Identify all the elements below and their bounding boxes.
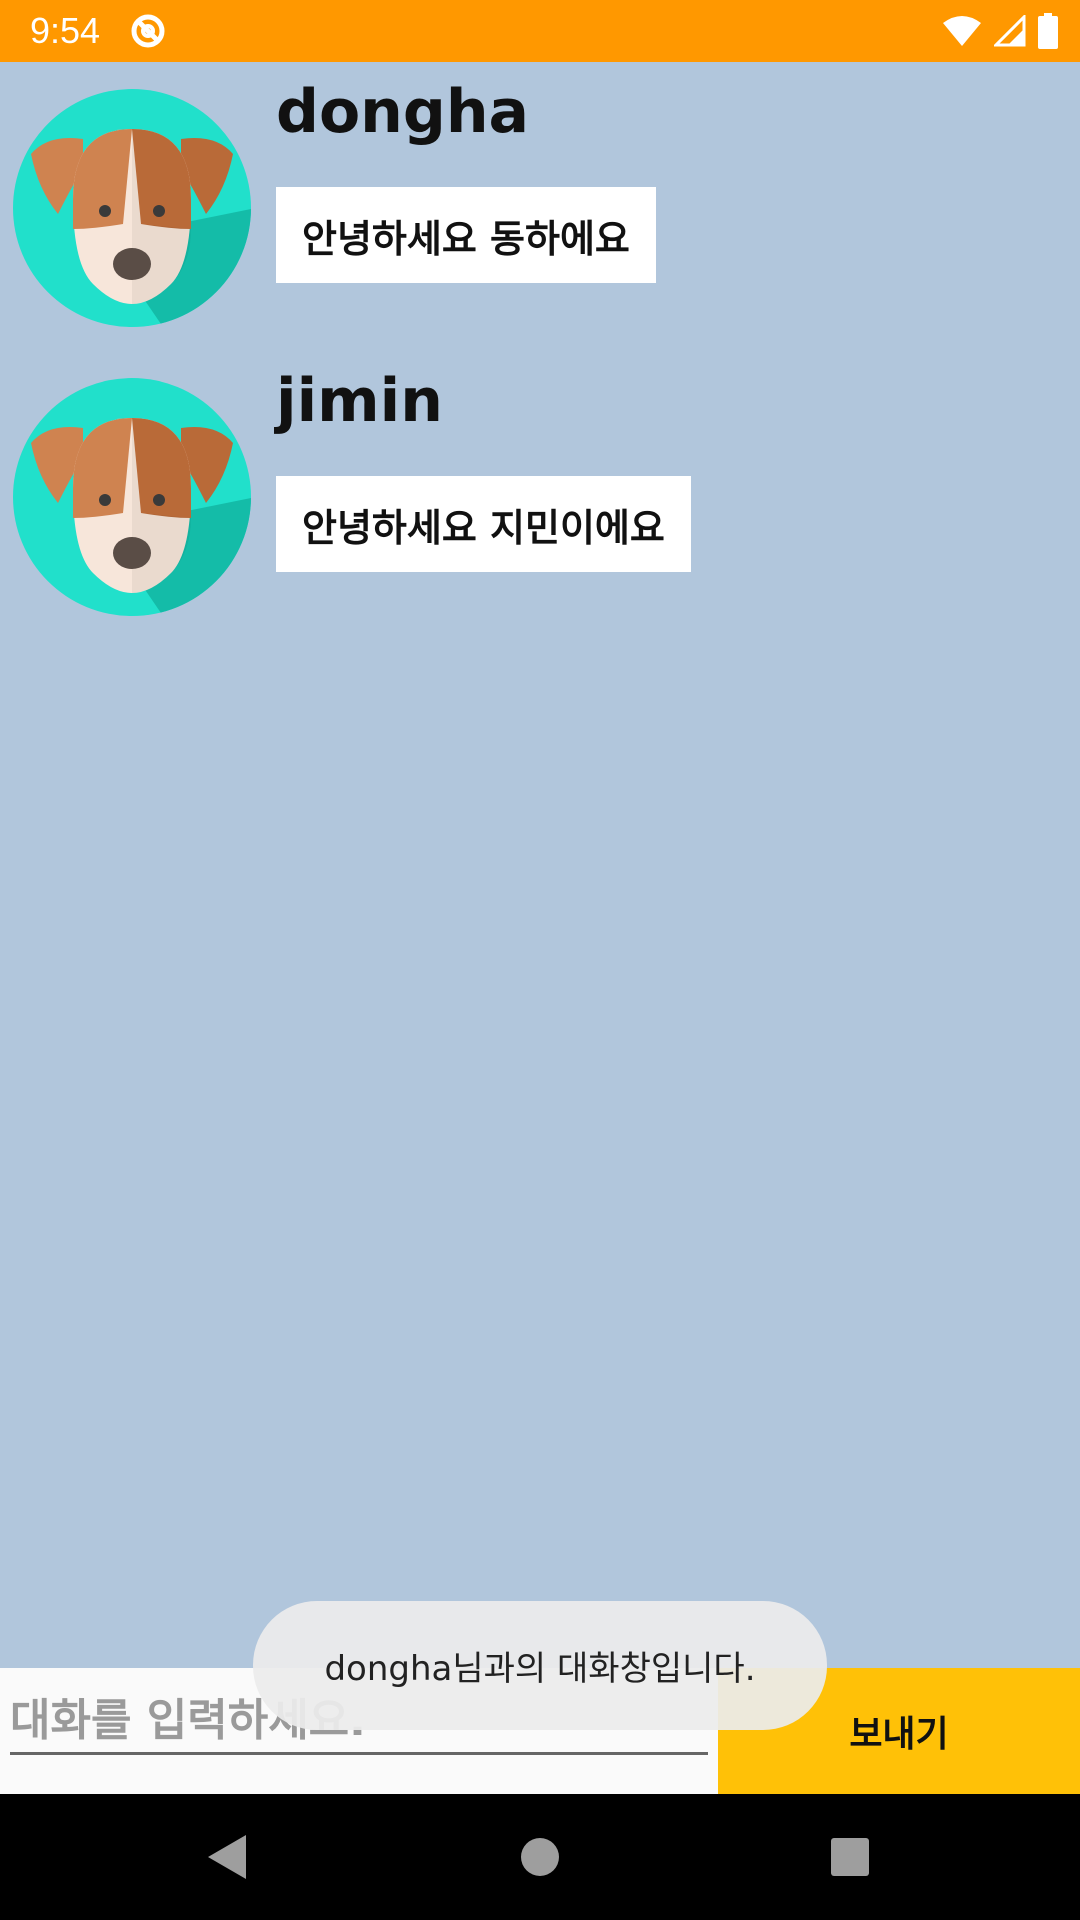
message-item[interactable]: dongha 안녕하세요 동하에요 (0, 62, 1080, 351)
cell-signal-icon (994, 15, 1026, 47)
recents-button[interactable] (820, 1827, 880, 1887)
sender-name: jimin (276, 366, 443, 436)
dog-avatar-icon (13, 89, 251, 327)
toast-message: dongha님과의 대화창입니다. (253, 1601, 827, 1730)
app-notification-icon (131, 14, 165, 48)
message-bubble: 안녕하세요 지민이에요 (276, 476, 691, 572)
message-list[interactable]: dongha 안녕하세요 동하에요 jimin 안녕하세요 지민이에요 (0, 62, 1080, 640)
battery-icon (1038, 13, 1058, 49)
home-icon (521, 1838, 559, 1876)
status-icons (942, 12, 1058, 50)
back-icon (208, 1835, 246, 1879)
sender-name: dongha (276, 77, 530, 147)
navigation-bar (0, 1794, 1080, 1920)
wifi-icon (943, 16, 981, 46)
home-button[interactable] (510, 1827, 570, 1887)
message-bubble: 안녕하세요 동하에요 (276, 187, 656, 283)
status-bar: 9:54 (0, 0, 1080, 62)
back-button[interactable] (196, 1827, 256, 1887)
status-time: 9:54 (30, 10, 101, 51)
message-item[interactable]: jimin 안녕하세요 지민이에요 (0, 351, 1080, 640)
dog-avatar-icon (13, 378, 251, 616)
recents-icon (831, 1838, 869, 1876)
chat-screen: 9:54 dongha 안녕하세요 동하에요 jimin 안녕하세요 지민이에요… (0, 0, 1080, 1920)
